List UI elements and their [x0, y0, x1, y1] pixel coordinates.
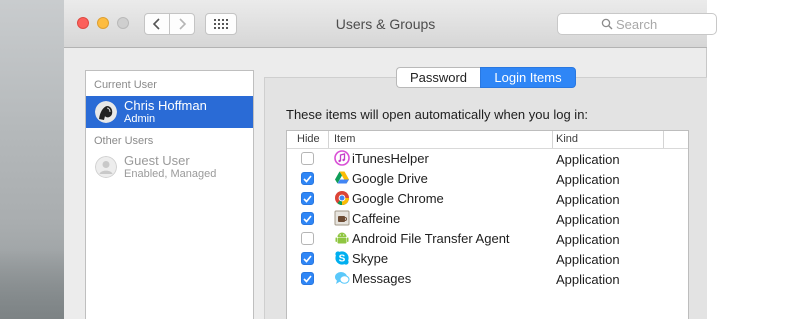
- item-name: Google Chrome: [352, 191, 444, 206]
- users-sidebar: Current User Chris Hoffman Admin Other U…: [85, 70, 254, 319]
- column-header-item[interactable]: Item: [334, 133, 355, 145]
- hide-checkbox[interactable]: [301, 252, 314, 265]
- checkmark-icon: [303, 214, 312, 223]
- guest-avatar-icon: [95, 156, 117, 178]
- table-row[interactable]: Android File Transfer Agent Application: [287, 228, 688, 248]
- current-user-header: Current User: [94, 79, 157, 91]
- item-kind: Application: [556, 252, 620, 267]
- forward-button[interactable]: [169, 13, 195, 35]
- user-name: Chris Hoffman: [124, 98, 207, 113]
- android-icon: [335, 232, 349, 244]
- desktop-background-right: [707, 0, 801, 319]
- item-kind: Application: [556, 172, 620, 187]
- desktop-background: [0, 0, 64, 319]
- search-field[interactable]: [557, 13, 717, 35]
- item-kind: Application: [556, 232, 620, 247]
- chevron-right-icon: [179, 18, 187, 30]
- search-icon: [601, 18, 613, 30]
- tab-password[interactable]: Password: [396, 67, 480, 88]
- search-input[interactable]: [616, 15, 712, 33]
- google-chrome-icon: [335, 191, 349, 206]
- column-divider: [663, 131, 664, 148]
- item-kind: Application: [556, 272, 620, 287]
- item-kind: Application: [556, 152, 620, 167]
- item-name: iTunesHelper: [352, 151, 429, 166]
- hide-checkbox[interactable]: [301, 212, 314, 225]
- caffeine-icon: [334, 210, 350, 226]
- itunes-icon: [334, 150, 350, 166]
- grid-icon: [214, 19, 228, 29]
- table-row[interactable]: Messages Application: [287, 268, 688, 288]
- hide-checkbox[interactable]: [301, 272, 314, 285]
- user-avatar: [95, 101, 117, 123]
- item-kind: Application: [556, 212, 620, 227]
- login-items-table[interactable]: Hide Item Kind iTunesHelper Application …: [286, 130, 689, 319]
- other-users-header: Other Users: [94, 135, 154, 147]
- skype-icon: S: [335, 251, 349, 265]
- hide-checkbox[interactable]: [301, 172, 314, 185]
- messages-icon: [335, 272, 350, 284]
- title-bar: Users & Groups: [64, 0, 717, 48]
- item-kind: Application: [556, 192, 620, 207]
- column-header-hide[interactable]: Hide: [297, 133, 320, 145]
- column-divider: [552, 131, 553, 148]
- svg-text:S: S: [339, 254, 346, 265]
- tab-login-items[interactable]: Login Items: [480, 67, 576, 88]
- item-name: Skype: [352, 251, 389, 266]
- checkmark-icon: [303, 174, 312, 183]
- close-window-button[interactable]: [77, 17, 89, 29]
- checkmark-icon: [303, 194, 312, 203]
- table-row[interactable]: Caffeine Application: [287, 208, 688, 228]
- table-row[interactable]: Google Drive Application: [287, 168, 688, 188]
- user-role: Admin: [124, 113, 156, 125]
- checkmark-icon: [303, 254, 312, 263]
- table-row[interactable]: S Skype Application: [287, 248, 688, 268]
- item-name: Messages: [352, 271, 412, 286]
- hide-checkbox[interactable]: [301, 232, 314, 245]
- column-header-kind[interactable]: Kind: [556, 133, 578, 145]
- zoom-window-button[interactable]: [117, 17, 129, 29]
- item-name: Google Drive: [352, 171, 428, 186]
- show-all-button[interactable]: [205, 13, 237, 35]
- minimize-window-button[interactable]: [97, 17, 109, 29]
- hide-checkbox[interactable]: [301, 152, 314, 165]
- table-header: Hide Item Kind: [287, 131, 688, 149]
- guest-user-status: Enabled, Managed: [124, 168, 217, 180]
- hide-checkbox[interactable]: [301, 192, 314, 205]
- table-row[interactable]: iTunesHelper Application: [287, 148, 688, 168]
- back-button[interactable]: [144, 13, 170, 35]
- column-divider: [328, 131, 329, 148]
- item-name: Android File Transfer Agent: [352, 231, 510, 246]
- user-row-guest[interactable]: Guest User Enabled, Managed: [86, 151, 253, 183]
- table-row[interactable]: Google Chrome Application: [287, 188, 688, 208]
- login-items-intro: These items will open automatically when…: [286, 107, 589, 122]
- chevron-left-icon: [152, 18, 160, 30]
- user-row-chris-hoffman[interactable]: Chris Hoffman Admin: [86, 96, 253, 128]
- guest-user-name: Guest User: [124, 153, 190, 168]
- checkmark-icon: [303, 274, 312, 283]
- item-name: Caffeine: [352, 211, 401, 226]
- google-drive-icon: [335, 171, 349, 184]
